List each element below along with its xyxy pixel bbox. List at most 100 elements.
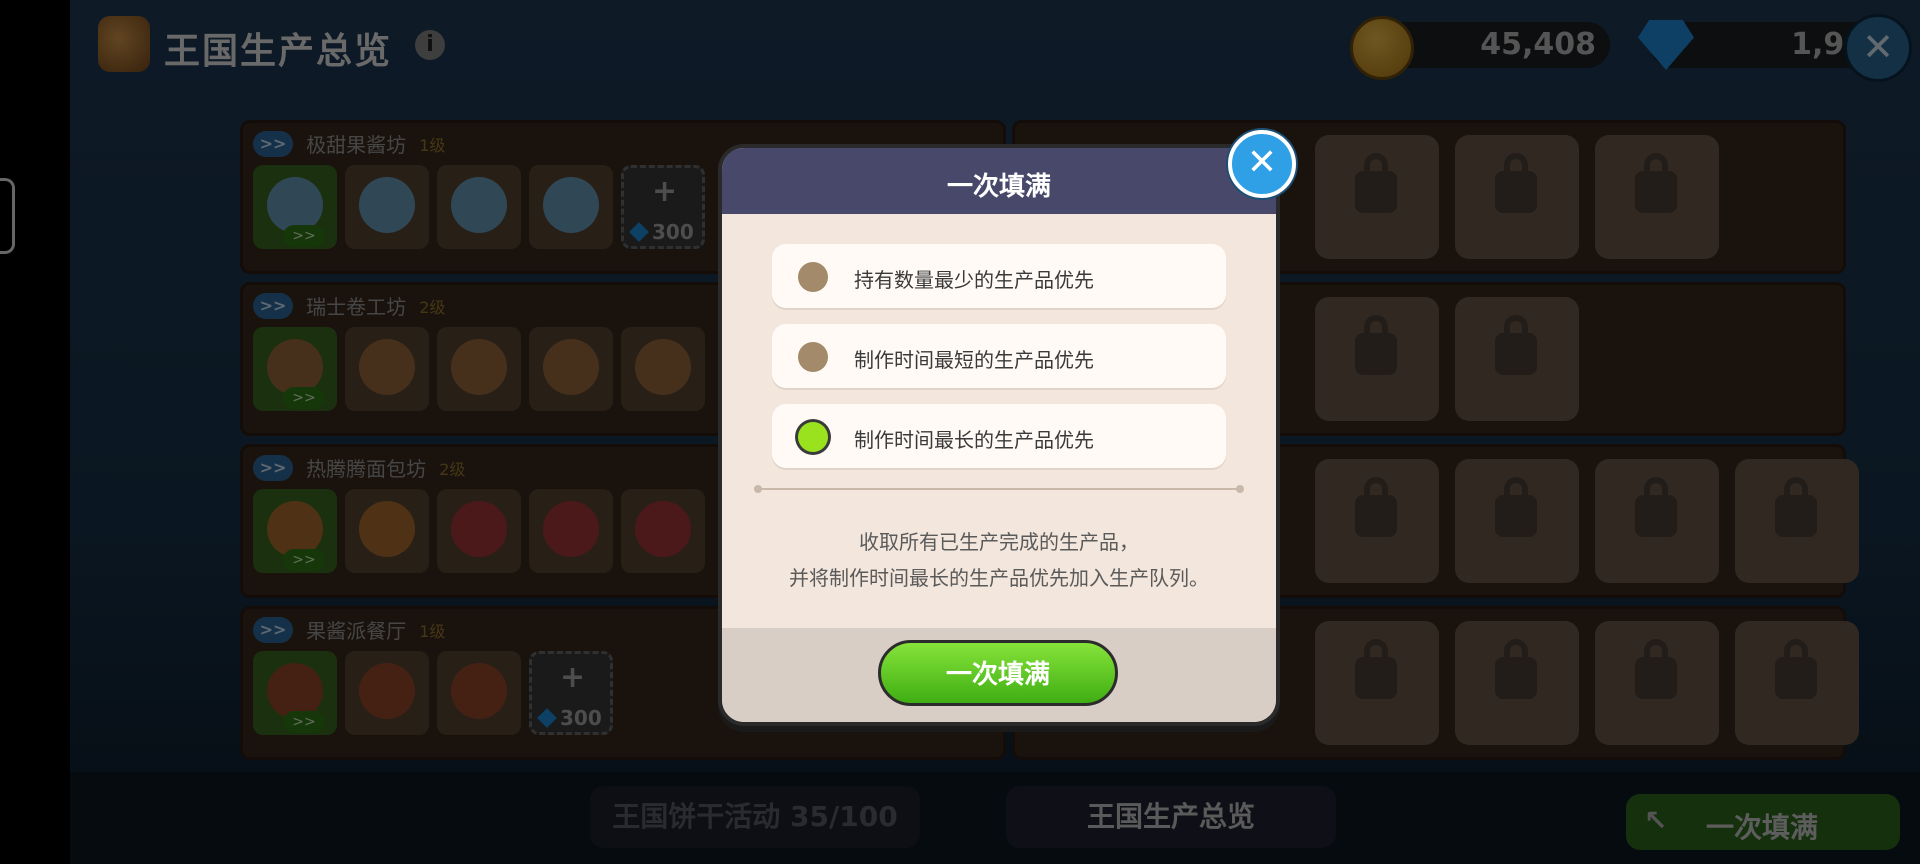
- option-least-owned[interactable]: 持有数量最少的生产品优先: [772, 244, 1226, 308]
- expand-chevron-icon[interactable]: >>: [253, 130, 293, 157]
- jam-pie-item-icon: [451, 663, 507, 719]
- building-level: 2级: [439, 459, 466, 479]
- plus-icon: +: [652, 174, 678, 209]
- kingdom-icon: [98, 16, 150, 72]
- speedup-chevron-icon: >>: [283, 387, 325, 409]
- locked-item-slot[interactable]: [1735, 621, 1859, 745]
- fill-all-label: 一次填满: [1706, 811, 1819, 844]
- berry-cake-item-icon: [543, 501, 599, 557]
- dialog-title: 一次填满: [946, 172, 1051, 202]
- tab-production-overview[interactable]: 王国生产总览: [1006, 786, 1336, 848]
- divider: [754, 485, 1244, 493]
- arrow-icon: ↖: [1644, 804, 1668, 837]
- production-slot[interactable]: [345, 489, 429, 573]
- building-header: >> 果酱派餐厅 1级: [253, 615, 445, 643]
- add-slot-button[interactable]: + 300: [621, 165, 705, 249]
- jam-item-icon: [543, 177, 599, 233]
- close-icon[interactable]: ✕: [1228, 130, 1296, 198]
- dialog-description-line1: 收取所有已生产完成的生产品，: [859, 530, 1139, 554]
- berry-cake-item-icon: [635, 501, 691, 557]
- production-slot[interactable]: >>: [253, 489, 337, 573]
- screen-notch: [0, 178, 15, 254]
- speedup-chevron-icon: >>: [283, 225, 325, 247]
- speedup-chevron-icon: >>: [283, 549, 325, 571]
- add-slot-cost: 300: [537, 706, 602, 730]
- production-slot[interactable]: [529, 489, 613, 573]
- expand-chevron-icon[interactable]: >>: [253, 292, 293, 319]
- option-label: 制作时间最长的生产品优先: [854, 428, 1094, 452]
- lock-icon: [1775, 477, 1817, 537]
- fill-all-button[interactable]: ↖ 一次填满: [1626, 794, 1900, 850]
- left-black-bar: [0, 0, 70, 864]
- option-longest-time[interactable]: 制作时间最长的生产品优先: [772, 404, 1226, 468]
- radio-button[interactable]: [798, 262, 828, 292]
- tab-kingdom-event[interactable]: 王国饼干活动 35/100: [590, 786, 920, 848]
- locked-item-slot[interactable]: [1455, 135, 1579, 259]
- production-slot[interactable]: >>: [253, 651, 337, 735]
- plus-icon: +: [560, 660, 586, 695]
- locked-item-slot[interactable]: [1595, 621, 1719, 745]
- production-slot[interactable]: [345, 165, 429, 249]
- dialog-description-line2: 并将制作时间最长的生产品优先加入生产队列。: [789, 566, 1209, 590]
- option-shortest-time[interactable]: 制作时间最短的生产品优先: [772, 324, 1226, 388]
- building-level: 1级: [419, 621, 446, 641]
- building-header: >> 瑞士卷工坊 2级: [253, 291, 445, 319]
- lock-icon: [1355, 477, 1397, 537]
- production-slot[interactable]: [345, 327, 429, 411]
- lock-icon: [1495, 315, 1537, 375]
- locked-item-slot[interactable]: [1455, 459, 1579, 583]
- locked-item-slot[interactable]: [1595, 459, 1719, 583]
- locked-item-slot[interactable]: [1735, 459, 1859, 583]
- lock-icon: [1775, 639, 1817, 699]
- confirm-fill-button[interactable]: 一次填满: [878, 640, 1118, 706]
- building-name: 热腾腾面包坊: [306, 457, 427, 481]
- building-header: >> 热腾腾面包坊 2级: [253, 453, 465, 481]
- fill-all-dialog: 一次填满 持有数量最少的生产品优先 制作时间最短的生产品优先 制作时间最长的生产…: [718, 144, 1280, 726]
- berry-cake-item-icon: [451, 501, 507, 557]
- jam-item-icon: [451, 177, 507, 233]
- swiss-roll-item-icon: [359, 339, 415, 395]
- building-header: >> 极甜果酱坊 1级: [253, 129, 445, 157]
- building-name: 极甜果酱坊: [306, 133, 407, 157]
- dialog-header: 一次填满: [722, 148, 1276, 214]
- building-name: 瑞士卷工坊: [306, 295, 407, 319]
- production-slot[interactable]: [345, 651, 429, 735]
- coin-value: 45,408: [1480, 27, 1596, 62]
- production-slot[interactable]: [529, 165, 613, 249]
- locked-item-slot[interactable]: [1595, 135, 1719, 259]
- production-slot[interactable]: [621, 327, 705, 411]
- lock-icon: [1495, 477, 1537, 537]
- production-slot[interactable]: >>: [253, 165, 337, 249]
- add-slot-button[interactable]: + 300: [529, 651, 613, 735]
- locked-item-slot[interactable]: [1315, 297, 1439, 421]
- lock-icon: [1635, 639, 1677, 699]
- radio-button-selected[interactable]: [798, 422, 828, 452]
- locked-item-slot[interactable]: [1315, 621, 1439, 745]
- production-slot[interactable]: >>: [253, 327, 337, 411]
- production-slot[interactable]: [437, 489, 521, 573]
- locked-item-slot[interactable]: [1315, 135, 1439, 259]
- lock-icon: [1635, 477, 1677, 537]
- lock-icon: [1355, 315, 1397, 375]
- production-slot[interactable]: [529, 327, 613, 411]
- radio-button[interactable]: [798, 342, 828, 372]
- gem-icon: [629, 222, 649, 242]
- production-slot[interactable]: [437, 327, 521, 411]
- jam-pie-item-icon: [359, 663, 415, 719]
- locked-item-slot[interactable]: [1455, 621, 1579, 745]
- expand-chevron-icon[interactable]: >>: [253, 616, 293, 643]
- building-level: 2级: [419, 297, 446, 317]
- lock-icon: [1355, 639, 1397, 699]
- locked-item-slot[interactable]: [1315, 459, 1439, 583]
- production-slot[interactable]: [621, 489, 705, 573]
- production-slot[interactable]: [437, 165, 521, 249]
- coin-icon: [1350, 16, 1414, 80]
- production-slot[interactable]: [437, 651, 521, 735]
- expand-chevron-icon[interactable]: >>: [253, 454, 293, 481]
- close-icon[interactable]: ✕: [1844, 14, 1912, 82]
- jam-item-icon: [359, 177, 415, 233]
- gem-icon: [537, 708, 557, 728]
- info-icon[interactable]: i: [415, 30, 445, 60]
- locked-item-slot[interactable]: [1455, 297, 1579, 421]
- bread-item-icon: [359, 501, 415, 557]
